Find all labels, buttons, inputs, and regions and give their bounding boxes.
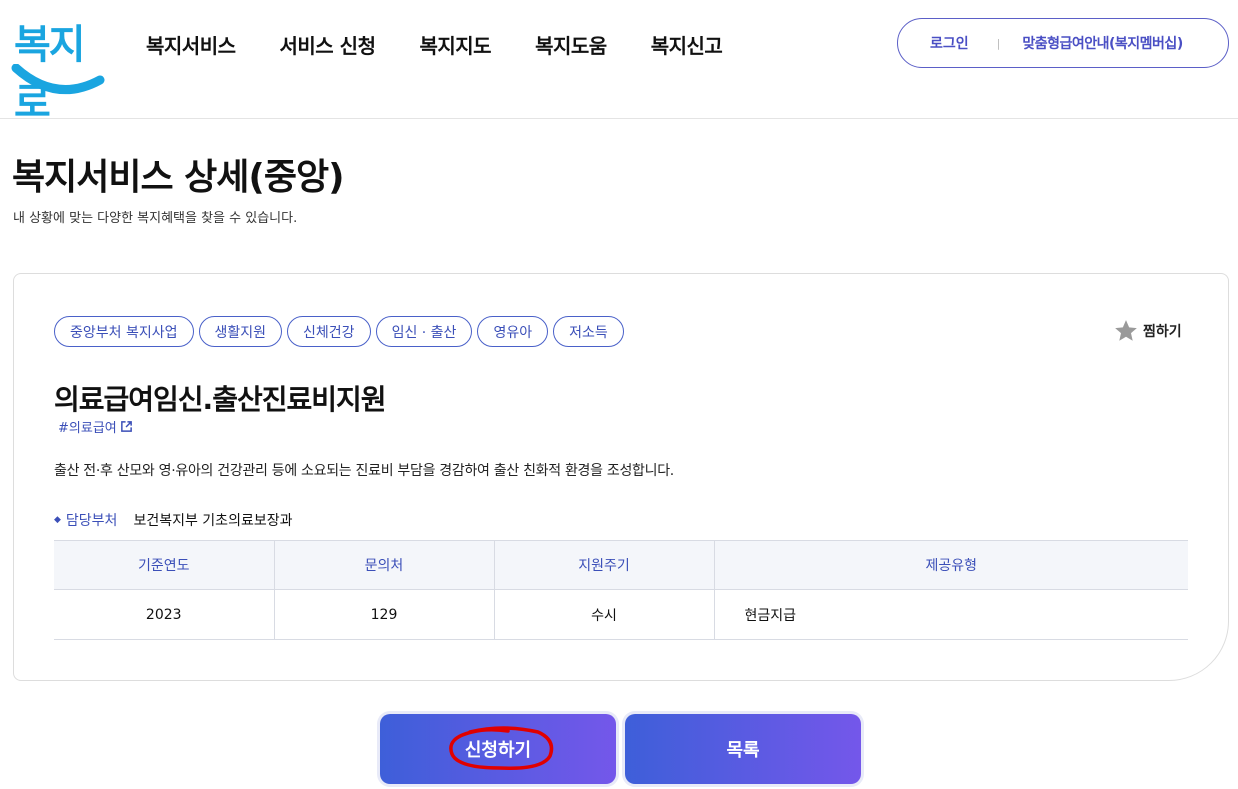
apply-button[interactable]: 신청하기	[380, 714, 616, 784]
department-value: 보건복지부 기초의료보장과	[133, 513, 293, 529]
table-header: 문의처	[274, 540, 495, 590]
external-link-icon	[120, 421, 132, 432]
membership-link[interactable]: 맞춤형급여안내(복지멤버십)	[1022, 33, 1183, 53]
logo[interactable]: 복지로	[10, 12, 106, 126]
table-row: 2023 129 수시 현금지급	[54, 589, 1188, 640]
tag-infants[interactable]: 영유아	[477, 316, 549, 347]
hashtag-label: #의료급여	[58, 421, 117, 436]
util-menu: 로그인 | 맞춤형급여안내(복지멤버십)	[897, 18, 1229, 68]
nav-welfare-report[interactable]: 복지신고	[651, 30, 723, 59]
list-button[interactable]: 목록	[625, 714, 861, 784]
nav-welfare-services[interactable]: 복지서비스	[146, 30, 236, 59]
table-cell-contact: 129	[274, 589, 495, 640]
table-cell-year: 2023	[54, 589, 275, 640]
service-info-table: 기준연도 문의처 지원주기 제공유형 2023 129 수시 현금지급	[54, 540, 1188, 640]
table-header: 지원주기	[494, 540, 715, 590]
star-icon	[1115, 320, 1137, 341]
diamond-bullet-icon: ◆	[54, 515, 61, 525]
logo-smile-icon	[11, 64, 105, 95]
nav-welfare-help[interactable]: 복지도움	[535, 30, 607, 59]
tag-low-income[interactable]: 저소득	[553, 316, 624, 347]
category-tags: 중앙부처 복지사업 생활지원 신체건강 임신 · 출산 영유아 저소득	[54, 316, 629, 347]
login-link[interactable]: 로그인	[930, 33, 969, 53]
page-title: 복지서비스 상세(중앙)	[12, 157, 345, 198]
table-header: 제공유형	[714, 540, 1188, 590]
table-cell-cycle: 수시	[494, 589, 715, 640]
service-title: 의료급여임신.출산진료비지원	[54, 383, 387, 416]
table-cell-type: 현금지급	[714, 589, 1188, 640]
nav-service-application[interactable]: 서비스 신청	[280, 30, 376, 59]
tag-pregnancy-birth[interactable]: 임신 · 출산	[375, 316, 473, 347]
department-row: ◆ 담당부처 보건복지부 기초의료보장과	[54, 510, 292, 530]
table-header: 기준연도	[54, 540, 275, 590]
tag-living-support[interactable]: 생활지원	[198, 316, 283, 347]
table-header-row: 기준연도 문의처 지원주기 제공유형	[54, 540, 1188, 590]
nav-welfare-map[interactable]: 복지지도	[419, 30, 491, 59]
util-divider: |	[996, 36, 1001, 50]
hashtag-link[interactable]: #의료급여	[58, 417, 133, 436]
favorite-button[interactable]: 찜하기	[1113, 318, 1182, 344]
service-detail-card: 중앙부처 복지사업 생활지원 신체건강 임신 · 출산 영유아 저소득 찜하기 …	[13, 273, 1229, 681]
page-subtitle: 내 상황에 맞는 다양한 복지혜택을 찾을 수 있습니다.	[13, 211, 298, 226]
tag-physical-health[interactable]: 신체건강	[287, 316, 371, 347]
favorite-label: 찜하기	[1143, 324, 1182, 340]
service-description: 출산 전·후 산모와 영·유아의 건강관리 등에 소요되는 진료비 부담을 경감…	[54, 463, 674, 479]
tag-central-welfare[interactable]: 중앙부처 복지사업	[54, 316, 194, 347]
site-header: 복지로 복지서비스 서비스 신청 복지지도 복지도움 복지신고 로그인 | 맞춤…	[0, 0, 1238, 126]
main-nav: 복지서비스 서비스 신청 복지지도 복지도움 복지신고	[146, 30, 766, 59]
department-label: 담당부처	[65, 513, 118, 529]
